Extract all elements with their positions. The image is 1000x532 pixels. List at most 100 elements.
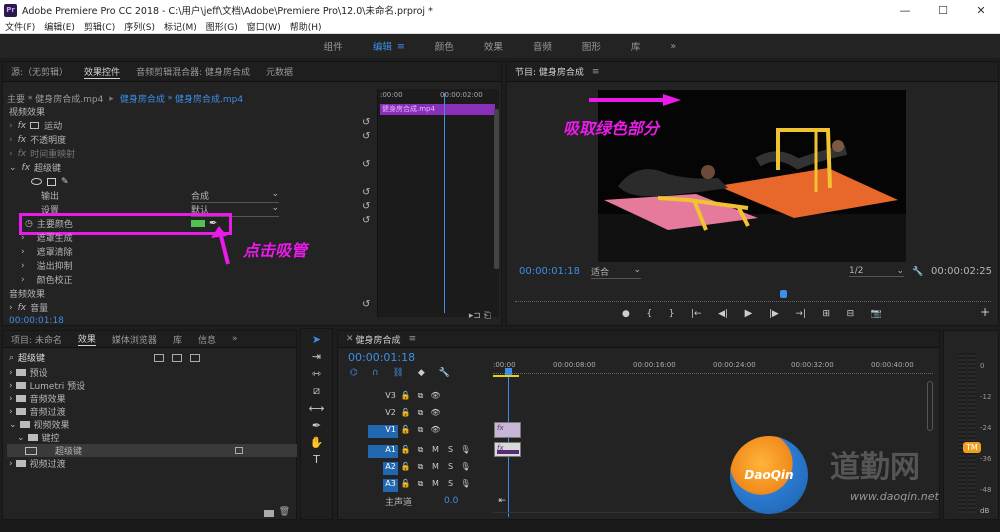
close-button[interactable]: ✕ <box>962 0 1000 20</box>
tab-info[interactable]: 信息 <box>198 333 216 346</box>
mini-scrollbar[interactable] <box>494 109 499 269</box>
eye-icon[interactable]: 👁 <box>428 408 443 421</box>
track-label-a3[interactable]: A3 <box>383 478 398 492</box>
timeline-settings-icon[interactable]: 🔧 <box>439 368 450 378</box>
mute-button[interactable]: M <box>428 479 443 492</box>
program-scrub-bar[interactable] <box>515 290 991 302</box>
mute-button[interactable]: M <box>428 462 443 475</box>
ripple-edit-tool-icon[interactable]: ⇿ <box>301 367 332 380</box>
linked-select-icon[interactable]: ⛓ <box>392 368 403 378</box>
go-to-out-button[interactable]: →| <box>795 309 806 319</box>
tabs-more-button[interactable]: » <box>232 334 238 344</box>
workspace-assembly[interactable]: 组件 <box>324 39 343 53</box>
workspace-menu-icon[interactable]: ≡ <box>397 41 405 52</box>
menu-help[interactable]: 帮助(H) <box>290 20 322 33</box>
tab-libraries[interactable]: 库 <box>173 333 182 346</box>
master-volume-value[interactable]: 0.0 <box>444 496 458 506</box>
reset-icon[interactable]: ↺ <box>362 187 370 198</box>
effect-time-remapping[interactable]: 时间重映射 <box>30 147 75 160</box>
lock-icon[interactable]: 🔓 <box>398 462 413 475</box>
reset-icon[interactable]: ↺ <box>362 159 370 170</box>
track-select-tool-icon[interactable]: ⇥ <box>301 350 332 363</box>
microphone-icon[interactable]: 🎙 <box>458 445 473 458</box>
sync-lock-icon[interactable]: ⧉ <box>413 445 428 458</box>
timeline-v-scrollbar[interactable] <box>927 381 933 431</box>
lock-icon[interactable]: 🔓 <box>398 425 413 438</box>
effect-motion[interactable]: 运动 <box>44 119 62 132</box>
lock-icon[interactable]: 🔓 <box>398 479 413 492</box>
nest-icon[interactable]: ⌬ <box>350 368 358 378</box>
snap-icon[interactable]: ∩ <box>372 368 379 378</box>
tree-item-ultra-key[interactable]: 超级键 <box>55 444 82 457</box>
workspace-editing[interactable]: 编辑 <box>373 39 392 53</box>
solo-button[interactable]: S <box>443 479 458 492</box>
timeline-timecode[interactable]: 00:00:01:18 <box>348 351 415 364</box>
solo-button[interactable]: S <box>443 445 458 458</box>
panel-menu-icon[interactable]: ≡ <box>592 67 600 77</box>
spill-suppression[interactable]: 溢出抑制 <box>37 259 73 272</box>
maximize-button[interactable]: ☐ <box>924 0 962 20</box>
marker-icon[interactable]: ◆ <box>418 368 425 378</box>
tab-metadata[interactable]: 元数据 <box>266 65 293 78</box>
type-tool-icon[interactable]: T <box>301 453 332 466</box>
sync-lock-icon[interactable]: ⧉ <box>413 462 428 475</box>
mini-clip-bar[interactable]: 健身房合成.mp4 <box>380 104 495 115</box>
step-back-button[interactable]: ◀| <box>718 309 728 319</box>
delete-icon[interactable]: 🗑 <box>279 507 290 517</box>
go-to-in-button[interactable]: |← <box>691 309 702 319</box>
tree-row-selected[interactable]: 超级键 <box>7 444 297 457</box>
solo-button[interactable]: S <box>443 462 458 475</box>
track-label-a2[interactable]: A2 <box>383 461 398 475</box>
extract-button[interactable]: ⊟ <box>847 309 855 319</box>
effects-search-input[interactable]: 超级键 <box>18 351 136 364</box>
lock-icon[interactable]: 🔓 <box>398 445 413 458</box>
eye-icon[interactable]: 👁 <box>428 425 443 438</box>
source-patch-a2[interactable] <box>368 462 383 475</box>
track-label-v2[interactable]: V2 <box>383 408 398 421</box>
mark-in-button[interactable]: { <box>646 309 652 319</box>
slip-tool-icon[interactable]: ⟷ <box>301 402 332 415</box>
video-clip-v1[interactable]: fx <box>494 422 521 438</box>
reset-icon[interactable]: ↺ <box>362 201 370 212</box>
track-label-v1[interactable]: V1 <box>383 424 398 438</box>
lift-button[interactable]: ⊞ <box>823 309 831 319</box>
selection-tool-icon[interactable]: ➤ <box>301 333 332 346</box>
add-marker-button[interactable]: ● <box>622 309 630 319</box>
pen-mask-icon[interactable]: ✎ <box>61 177 69 187</box>
button-editor-plus[interactable]: + <box>980 305 990 319</box>
sequence-clip-label[interactable]: 健身房合成 * 健身房合成.mp4 <box>120 92 243 105</box>
wrench-icon[interactable]: 🔧 <box>912 267 923 277</box>
stopwatch-icon[interactable]: ◷ <box>25 219 33 229</box>
mark-out-button[interactable]: } <box>669 309 675 319</box>
play-button[interactable]: ▶ <box>745 308 753 319</box>
reset-icon[interactable]: ↺ <box>362 131 370 142</box>
program-playhead[interactable] <box>780 290 787 298</box>
output-select[interactable]: 合成 ⌄ <box>191 189 279 203</box>
tree-item-audio-transitions[interactable]: 音频过渡 <box>30 405 66 418</box>
matte-generation[interactable]: 遮罩生成 <box>37 231 73 244</box>
effect-opacity[interactable]: 不透明度 <box>30 133 66 146</box>
source-patch-master[interactable] <box>368 495 383 508</box>
pen-tool-icon[interactable]: ✒ <box>301 419 332 432</box>
effect-volume[interactable]: 音量 <box>30 301 48 314</box>
tree-item-lumetri-presets[interactable]: Lumetri 预设 <box>30 379 85 392</box>
microphone-icon[interactable]: 🎙 <box>458 462 473 475</box>
timeline-menu-icon[interactable]: ≡ <box>409 334 417 344</box>
mini-extra-icons[interactable]: ▸⊐ ⎗ <box>469 311 491 321</box>
yuv-effects-icon[interactable] <box>190 353 201 362</box>
effect-controls-timecode[interactable]: 00:00:01:18 <box>9 316 64 326</box>
track-target-v3[interactable] <box>368 391 383 404</box>
timeline-title[interactable]: 健身房合成 <box>356 333 401 346</box>
mute-button[interactable]: M <box>428 445 443 458</box>
tree-item-video-transitions[interactable]: 视频过渡 <box>30 457 66 470</box>
workspace-graphics[interactable]: 图形 <box>582 39 601 53</box>
tab-source[interactable]: 源:（无剪辑） <box>11 65 68 78</box>
reset-icon[interactable]: ↺ <box>362 117 370 128</box>
work-area-bar[interactable] <box>493 375 519 377</box>
tab-media-browser[interactable]: 媒体浏览器 <box>112 333 157 346</box>
sync-lock-icon[interactable]: ⧉ <box>413 479 428 492</box>
lock-icon[interactable]: 🔓 <box>398 391 413 404</box>
fit-select[interactable]: 适合 ⌄ <box>591 265 641 279</box>
track-label-v3[interactable]: V3 <box>383 391 398 404</box>
go-to-end-icon[interactable]: ⇤ <box>498 496 506 506</box>
